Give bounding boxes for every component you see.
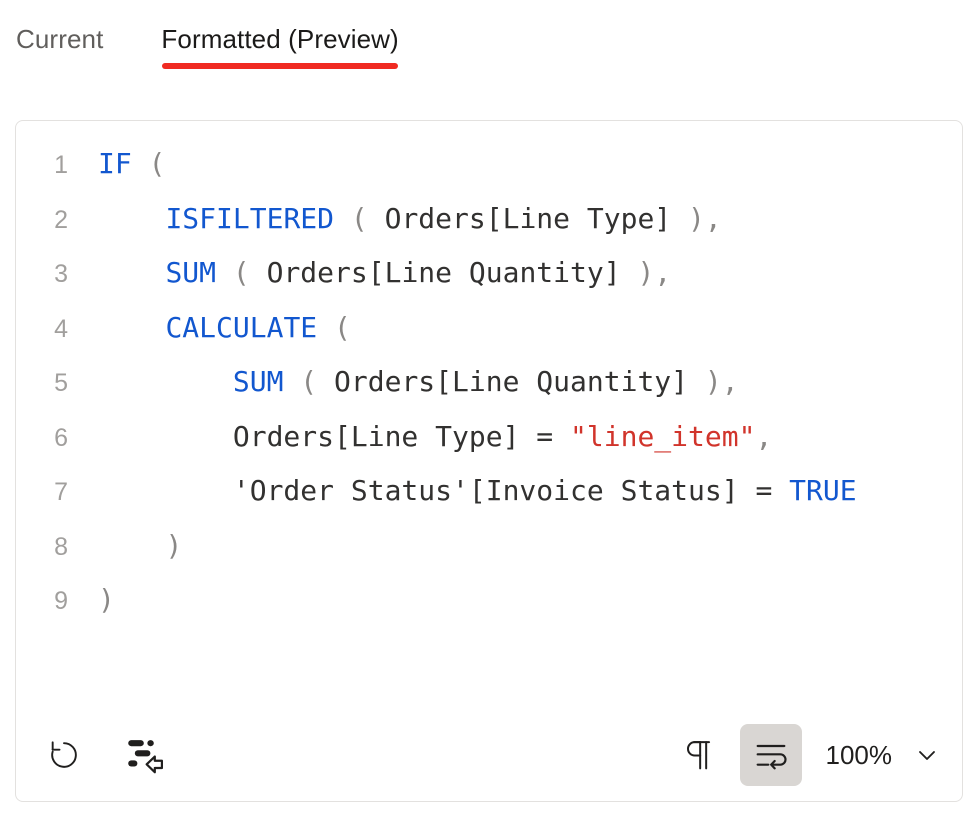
line-number: 2 [54,205,68,234]
code-line: 4 CALCULATE ( [16,301,962,356]
code-editor[interactable]: 1 IF ( 2 ISFILTERED ( Orders[Line Type] ),… [16,121,962,711]
tab-current-label: Current [16,24,104,54]
toolbar-left-group [40,731,170,779]
formatted-preview-card: 1 IF ( 2 ISFILTERED ( Orders[Line Type] ),… [15,120,963,802]
code-line: 8 ) [16,519,962,574]
code-line-text: Orders[Line Type] = "line_item", [98,419,773,453]
pilcrow-icon-button[interactable] [674,731,722,779]
code-line: 3 SUM ( Orders[Line Quantity] ), [16,246,962,301]
line-number: 5 [54,369,68,397]
code-line: 7 'Order Status'[Invoice Status] = TRUE [16,464,962,519]
code-line-list: 1 IF ( 2 ISFILTERED ( Orders[Line Type] ),… [16,121,962,628]
format-apply-icon [128,740,164,774]
line-number: 6 [54,423,68,452]
undo-arrow-icon [51,741,77,768]
tab-strip: Current Formatted (Preview) [0,0,980,88]
code-line-text: ) [98,583,115,616]
tab-formatted[interactable]: Formatted (Preview) [161,0,399,69]
code-line-text: ) [165,528,183,562]
line-number: 1 [54,151,68,179]
format-apply-icon-button[interactable] [122,731,170,779]
undo-arrow-icon-button[interactable] [40,731,88,779]
code-line: 2 ISFILTERED ( Orders[Line Type] ), [16,192,962,247]
tab-formatted-label: Formatted (Preview) [161,24,399,54]
chevron-down-icon [919,751,935,760]
code-line-text: ISFILTERED ( Orders[Line Type] ), [165,201,722,235]
tab-selected-underline [162,63,398,69]
code-line: 1 IF ( [16,137,962,192]
line-number: 7 [54,478,68,506]
code-line-text: IF ( [98,147,166,180]
line-number: 8 [54,532,68,561]
code-line: 6 Orders[Line Type] = "line_item", [16,410,962,465]
code-line: 5 SUM ( Orders[Line Quantity] ), [16,355,962,410]
editor-toolbar: 100% [16,709,962,801]
code-line-text: SUM ( Orders[Line Quantity] ), [165,256,672,289]
tab-current[interactable]: Current [16,0,103,56]
word-wrap-icon-button[interactable] [739,724,802,786]
word-wrap-icon [756,744,787,770]
pilcrow-icon [686,741,710,770]
line-number: 9 [54,587,68,615]
line-number: 4 [54,314,68,343]
code-line: 9) [16,573,962,628]
toolbar-right-group: 100% [674,724,945,786]
code-line-text: SUM ( Orders[Line Quantity] ), [232,365,739,398]
code-line-text: 'Order Status'[Invoice Status] = TRUE [98,474,857,507]
code-line-text: CALCULATE ( [165,310,351,344]
chevron-down-icon-button[interactable] [910,738,944,772]
line-number: 3 [54,260,68,288]
zoom-level-label[interactable]: 100% [820,740,893,771]
